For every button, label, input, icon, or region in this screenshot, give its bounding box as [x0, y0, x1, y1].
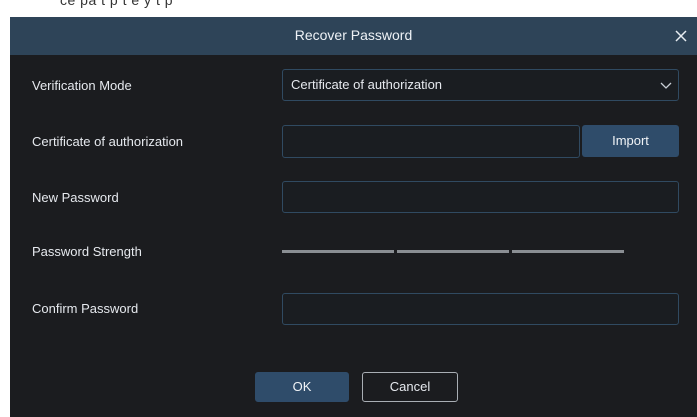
verification-mode-label: Verification Mode — [32, 78, 132, 93]
password-strength-segment-strong — [512, 250, 624, 253]
password-strength-segment-weak — [282, 250, 394, 253]
confirm-password-label: Confirm Password — [32, 301, 139, 316]
close-button[interactable] — [671, 26, 691, 46]
dialog-title: Recover Password — [294, 27, 413, 43]
dialog-titlebar: Recover Password — [10, 17, 697, 55]
new-password-label: New Password — [32, 190, 119, 205]
close-icon — [675, 30, 687, 42]
background-partial-text: ce pa t p t e y t p — [60, 0, 174, 8]
certificate-input[interactable] — [282, 125, 580, 158]
verification-mode-value: Certificate of authorization — [291, 77, 443, 92]
background-page: ce pa t p t e y t p — [0, 0, 697, 17]
import-button[interactable]: Import — [582, 125, 679, 157]
certificate-label: Certificate of authorization — [32, 134, 184, 149]
ok-button[interactable]: OK — [255, 372, 349, 402]
recover-password-dialog: Recover Password Verification Mode Certi… — [10, 17, 697, 417]
password-strength-segment-medium — [397, 250, 509, 253]
verification-mode-select[interactable]: Certificate of authorization — [282, 69, 679, 101]
cancel-button[interactable]: Cancel — [362, 372, 458, 402]
chevron-down-icon — [660, 82, 672, 89]
new-password-input[interactable] — [282, 181, 679, 213]
password-strength-label: Password Strength — [32, 244, 142, 259]
confirm-password-input[interactable] — [282, 293, 679, 325]
